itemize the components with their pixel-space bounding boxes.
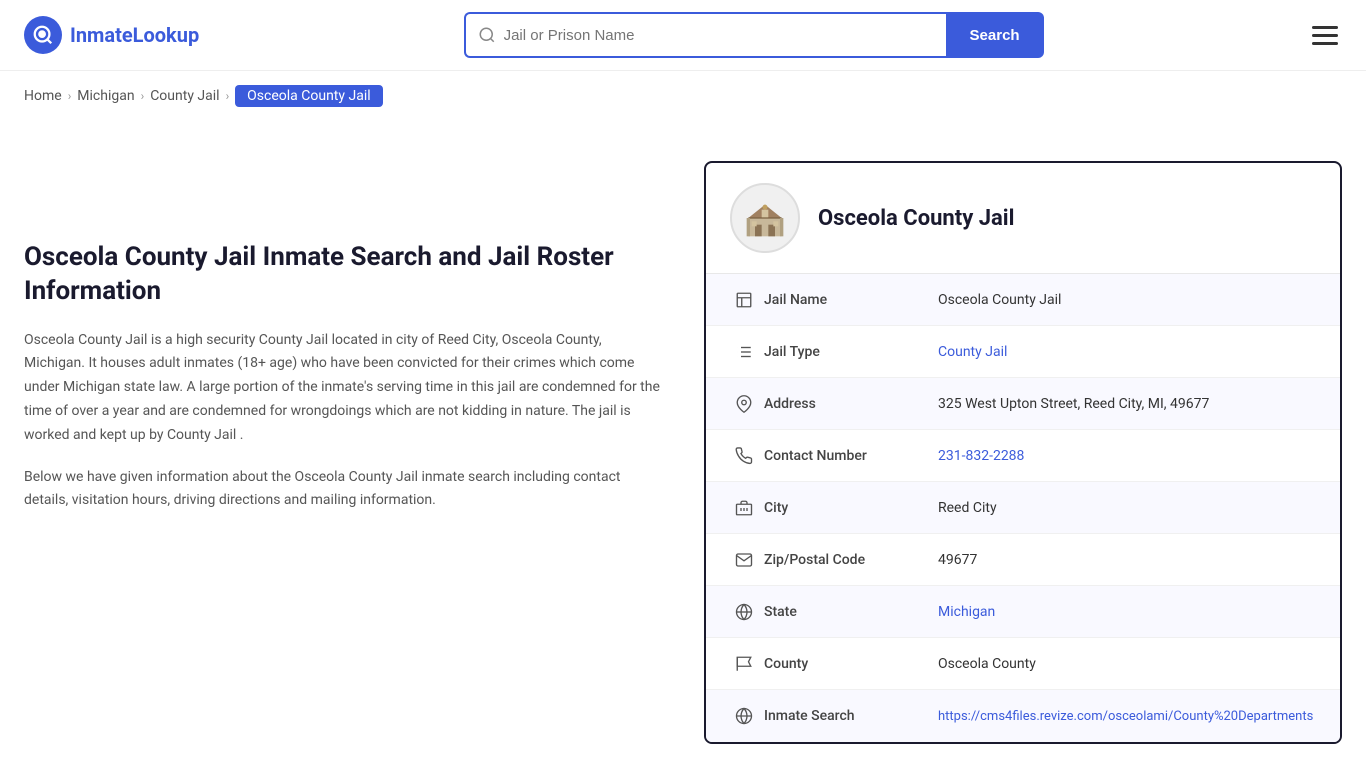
logo-icon <box>24 16 62 54</box>
list-icon <box>730 343 758 361</box>
info-card: Osceola County Jail Jail Name Osceola Co… <box>704 161 1342 744</box>
info-row-address: Address 325 West Upton Street, Reed City… <box>706 378 1340 430</box>
breadcrumb-michigan[interactable]: Michigan <box>77 88 134 104</box>
jail-building-image <box>740 193 790 243</box>
info-row-contact: Contact Number 231-832-2288 <box>706 430 1340 482</box>
location-icon <box>730 395 758 413</box>
building-icon <box>730 291 758 309</box>
address-value: 325 West Upton Street, Reed City, MI, 49… <box>938 396 1316 412</box>
inmate-search-label: Inmate Search <box>758 708 938 724</box>
inmate-search-link[interactable]: https://cms4files.revize.com/osceolami/C… <box>938 709 1313 724</box>
address-label: Address <box>758 396 938 412</box>
jail-avatar <box>730 183 800 253</box>
city-value: Reed City <box>938 500 1316 516</box>
logo-text: InmateLookup <box>70 23 199 47</box>
info-row-state: State Michigan <box>706 586 1340 638</box>
flag-icon <box>730 655 758 673</box>
info-row-jail-name: Jail Name Osceola County Jail <box>706 274 1340 326</box>
jail-name-label: Jail Name <box>758 292 938 308</box>
breadcrumb-county-jail[interactable]: County Jail <box>150 88 219 104</box>
info-row-city: City Reed City <box>706 482 1340 534</box>
jail-type-link[interactable]: County Jail <box>938 344 1007 360</box>
phone-icon <box>730 447 758 465</box>
hamburger-line-2 <box>1312 34 1338 37</box>
search-bar: Search <box>464 12 1044 58</box>
jail-name-value: Osceola County Jail <box>938 292 1316 308</box>
city-icon <box>730 499 758 517</box>
search-button[interactable]: Search <box>946 12 1044 58</box>
info-table: Jail Name Osceola County Jail <box>706 274 1340 742</box>
main-content: Osceola County Jail Inmate Search and Ja… <box>0 121 1366 784</box>
search-globe-icon <box>730 707 758 725</box>
hamburger-line-3 <box>1312 42 1338 45</box>
info-row-jail-type: Jail Type County Jail <box>706 326 1340 378</box>
contact-label: Contact Number <box>758 448 938 464</box>
zip-value: 49677 <box>938 552 1316 568</box>
search-icon <box>478 26 496 44</box>
logo[interactable]: InmateLookup <box>24 16 199 54</box>
hamburger-menu[interactable] <box>1308 22 1342 49</box>
search-input-wrapper <box>464 12 946 58</box>
county-label: County <box>758 656 938 672</box>
info-row-zip: Zip/Postal Code 49677 <box>706 534 1340 586</box>
description-1: Osceola County Jail is a high security C… <box>24 329 664 448</box>
state-value: Michigan <box>938 604 1316 620</box>
chevron-icon-2: › <box>141 89 145 103</box>
county-value: Osceola County <box>938 656 1316 672</box>
globe-icon <box>730 603 758 621</box>
chevron-icon-3: › <box>226 89 230 103</box>
chevron-icon-1: › <box>68 89 72 103</box>
info-row-inmate-search: Inmate Search https://cms4files.revize.c… <box>706 690 1340 742</box>
contact-value: 231-832-2288 <box>938 448 1316 464</box>
contact-link[interactable]: 231-832-2288 <box>938 448 1024 464</box>
info-row-county: County Osceola County <box>706 638 1340 690</box>
breadcrumb-current: Osceola County Jail <box>235 85 382 107</box>
left-panel: Osceola County Jail Inmate Search and Ja… <box>24 161 664 744</box>
zip-label: Zip/Postal Code <box>758 552 938 568</box>
page-title: Osceola County Jail Inmate Search and Ja… <box>24 241 664 309</box>
city-label: City <box>758 500 938 516</box>
state-link[interactable]: Michigan <box>938 604 995 620</box>
inmate-search-value: https://cms4files.revize.com/osceolami/C… <box>938 708 1316 724</box>
description-2: Below we have given information about th… <box>24 466 664 514</box>
state-label: State <box>758 604 938 620</box>
info-card-title: Osceola County Jail <box>818 206 1014 231</box>
jail-type-value: County Jail <box>938 344 1316 360</box>
right-panel: Osceola County Jail Jail Name Osceola Co… <box>704 161 1342 744</box>
info-card-header: Osceola County Jail <box>706 163 1340 274</box>
search-input[interactable] <box>504 27 934 44</box>
header: InmateLookup Search <box>0 0 1366 71</box>
breadcrumb-home[interactable]: Home <box>24 88 62 104</box>
mail-icon <box>730 551 758 569</box>
breadcrumb: Home › Michigan › County Jail › Osceola … <box>0 71 1366 121</box>
hamburger-line-1 <box>1312 26 1338 29</box>
jail-type-label: Jail Type <box>758 344 938 360</box>
